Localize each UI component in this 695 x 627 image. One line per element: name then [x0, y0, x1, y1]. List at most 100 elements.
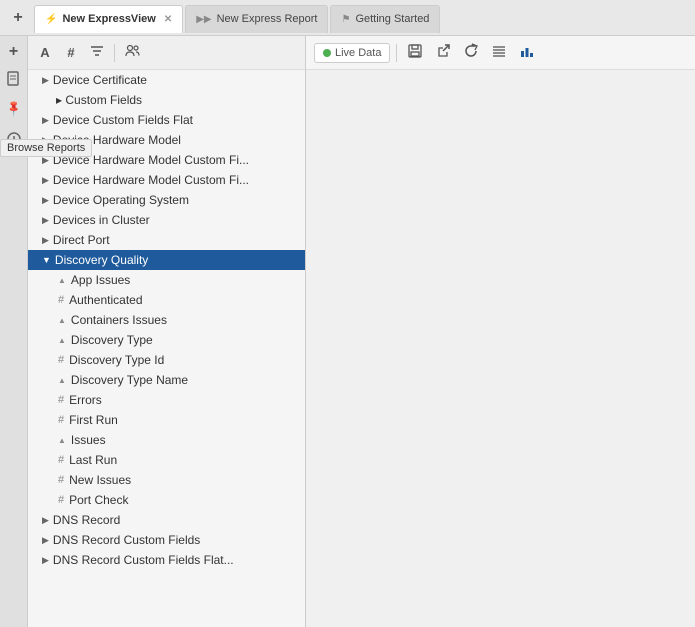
hash-type-icon: #	[58, 494, 64, 506]
tree-arrow-icon: ▶	[42, 215, 49, 226]
tree-item-discovery-type-id[interactable]: # Discovery Type Id	[28, 350, 305, 370]
tree-item-errors[interactable]: # Errors	[28, 390, 305, 410]
export-icon	[435, 43, 451, 62]
hash-type-icon: #	[58, 474, 64, 486]
forward-icon: ▶▶	[196, 14, 211, 25]
tree-item-app-issues[interactable]: ▲ App Issues	[28, 270, 305, 290]
tree-item-dns-record[interactable]: ▶ DNS Record	[28, 510, 305, 530]
tree-arrow-icon: ▶	[42, 175, 49, 186]
tab-new-expressview[interactable]: ⚡ New ExpressView ✕	[34, 5, 183, 33]
tree-item-last-run[interactable]: # Last Run	[28, 450, 305, 470]
people-button[interactable]	[121, 42, 143, 64]
text-filter-button[interactable]: A	[34, 42, 56, 64]
tree-item-device-custom-fields-flat[interactable]: ▶Device Custom Fields Flat	[28, 110, 305, 130]
add-tab-button[interactable]: +	[4, 4, 32, 32]
people-icon	[125, 44, 140, 61]
tree-item-label: First Run	[69, 413, 118, 427]
tree-item-label: Discovery Type Id	[69, 353, 164, 367]
tree-item-label: Last Run	[69, 453, 117, 467]
triangle-type-icon: ▲	[58, 276, 66, 285]
tree-arrow-icon: ▶	[42, 535, 49, 546]
tree-item-device-operating-system[interactable]: ▶Device Operating System	[28, 190, 305, 210]
tree-item-direct-port[interactable]: ▶Direct Port	[28, 230, 305, 250]
tree-item-device-custom-fields[interactable]: ▸ Custom Fields	[28, 90, 305, 110]
tree-panel: A # ▶Device Certificate▸ Cu	[28, 36, 306, 627]
tree-item-discovery-quality[interactable]: ▼Discovery Quality	[28, 250, 305, 270]
tab-label: Getting Started	[355, 13, 429, 25]
tree-item-issues[interactable]: ▲Issues	[28, 430, 305, 450]
tree-toolbar: A #	[28, 36, 305, 70]
tab-label: New Express Report	[217, 13, 318, 25]
tree-item-label: Direct Port	[53, 233, 110, 247]
tree-item-label: Errors	[69, 393, 102, 407]
tree-item-label: Issues	[71, 433, 106, 447]
tree-item-dns-record-custom-fields-flat[interactable]: ▶DNS Record Custom Fields Flat...	[28, 550, 305, 570]
live-data-label: Live Data	[335, 47, 381, 59]
live-data-button[interactable]: Live Data	[314, 43, 390, 63]
tree-item-label: ▸ Custom Fields	[56, 93, 142, 107]
tree-item-label: Device Hardware Model Custom Fi...	[53, 173, 249, 187]
tree-item-port-check[interactable]: # Port Check	[28, 490, 305, 510]
toolbar-sep-1	[396, 44, 397, 62]
tree-item-label: App Issues	[71, 273, 130, 287]
tree-item-label: New Issues	[69, 473, 131, 487]
tree-item-dns-record-custom-fields[interactable]: ▶ DNS Record Custom Fields	[28, 530, 305, 550]
tab-new-express-report[interactable]: ▶▶ New Express Report	[185, 5, 328, 33]
filter-button[interactable]	[86, 42, 108, 64]
tree-item-label: Port Check	[69, 493, 128, 507]
content-area: Live Data	[306, 36, 695, 627]
chart-icon	[519, 43, 535, 62]
tree-item-new-issues[interactable]: # New Issues	[28, 470, 305, 490]
new-button[interactable]: +	[2, 40, 26, 64]
tree-item-first-run[interactable]: # First Run	[28, 410, 305, 430]
document-button[interactable]	[2, 68, 26, 92]
tree-arrow-icon: ▶	[42, 515, 49, 526]
tree-item-authenticated[interactable]: #Authenticated	[28, 290, 305, 310]
refresh-icon	[463, 43, 479, 62]
tree-item-discovery-type[interactable]: ▲ Discovery Type	[28, 330, 305, 350]
save-button[interactable]	[403, 41, 427, 65]
tree-item-containers-issues[interactable]: ▲Containers Issues	[28, 310, 305, 330]
main-layout: + 📌 Browse Reports A	[0, 36, 695, 627]
tree-item-label: Discovery Type	[71, 333, 153, 347]
hash-type-icon: #	[58, 454, 64, 466]
tree-item-label: Discovery Type Name	[71, 373, 188, 387]
sidebar-icon-panel: + 📌 Browse Reports	[0, 36, 28, 627]
list-view-button[interactable]	[487, 41, 511, 65]
tree-item-label: Device Custom Fields Flat	[53, 113, 193, 127]
triangle-type-icon: ▲	[58, 376, 66, 385]
tree-item-label: DNS Record Custom Fields	[53, 533, 200, 547]
tab-close-icon[interactable]: ✕	[164, 14, 172, 25]
refresh-button[interactable]	[459, 41, 483, 65]
text-icon: A	[40, 45, 49, 60]
tree-item-discovery-type-name[interactable]: ▲ Discovery Type Name	[28, 370, 305, 390]
tree-item-device-hardware-model-custom-fi-2[interactable]: ▶ Device Hardware Model Custom Fi...	[28, 170, 305, 190]
hash-type-icon: #	[58, 354, 64, 366]
tab-getting-started[interactable]: ⚑ Getting Started	[330, 5, 440, 33]
tree-item-label: Devices in Cluster	[53, 213, 150, 227]
triangle-type-icon: ▲	[58, 336, 66, 345]
hash-icon: #	[67, 45, 74, 60]
tree-arrow-icon: ▶	[42, 75, 49, 86]
tree-item-label: Containers Issues	[71, 313, 167, 327]
tree-item-label: DNS Record Custom Fields Flat...	[53, 553, 234, 567]
pin-button[interactable]: 📌	[2, 96, 26, 120]
content-toolbar: Live Data	[306, 36, 695, 70]
save-icon	[407, 43, 423, 62]
lightning-icon: ⚡	[45, 14, 57, 25]
hash-type-icon: #	[58, 394, 64, 406]
hash-type-icon: #	[58, 414, 64, 426]
content-main	[306, 70, 695, 627]
tab-label: New ExpressView	[62, 13, 155, 25]
export-button[interactable]	[431, 41, 455, 65]
tree-item-label: Device Operating System	[53, 193, 189, 207]
hash-filter-button[interactable]: #	[60, 42, 82, 64]
plus-icon: +	[9, 43, 18, 61]
tree-item-devices-in-cluster[interactable]: ▶ Devices in Cluster	[28, 210, 305, 230]
list-icon	[491, 43, 507, 62]
tab-bar: + ⚡ New ExpressView ✕ ▶▶ New Express Rep…	[0, 0, 695, 36]
tree-item-label: Device Certificate	[53, 73, 147, 87]
tree-item-label: DNS Record	[53, 513, 120, 527]
tree-item-device-certificate[interactable]: ▶ Device Certificate	[28, 70, 305, 90]
chart-button[interactable]	[515, 41, 539, 65]
